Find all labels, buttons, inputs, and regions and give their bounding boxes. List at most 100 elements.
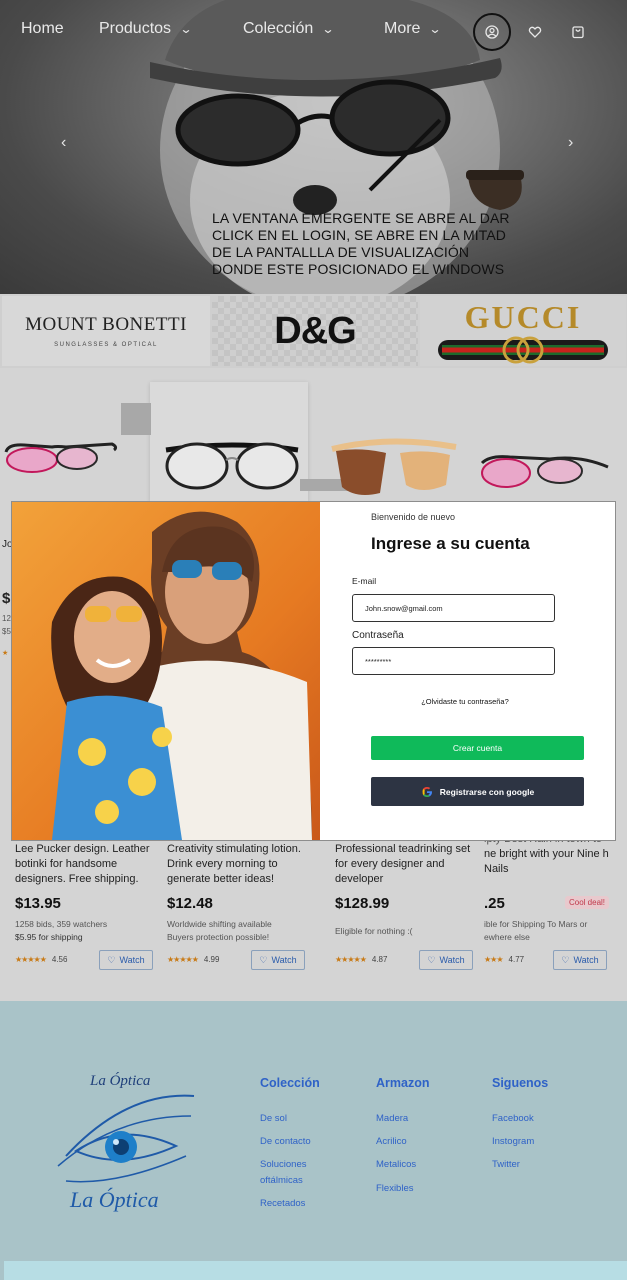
nav-more[interactable]: More ⌄: [384, 20, 442, 38]
footer-col-title: Armazon: [376, 1076, 430, 1090]
product-rating: ★★★★★ 4.87: [335, 955, 387, 964]
user-icon: [485, 25, 499, 39]
watch-label: Watch: [573, 955, 599, 965]
footer-link[interactable]: Soluciones oftálmicas: [260, 1157, 330, 1189]
bag-icon: [572, 26, 584, 39]
product-rating: ★★★ 4.77: [484, 955, 524, 964]
star-rating-icon: ★★★★★: [335, 955, 367, 964]
product-shipping-extra: ewhere else: [484, 932, 530, 942]
carousel-prev-arrow[interactable]: ‹: [61, 134, 66, 152]
forgot-password-link[interactable]: ¿Olvidaste tu contraseña?: [352, 697, 578, 706]
couple-sunglasses-photo: [12, 502, 320, 840]
product-meta-peek: $5: [2, 627, 11, 636]
brand-dg-name: D&G: [274, 309, 356, 352]
product-shipping: ible for Shipping To Mars or: [484, 919, 588, 929]
product-eligibility: Eligible for nothing :(: [335, 926, 413, 936]
footer-col-title: Siguenos: [492, 1076, 549, 1090]
email-label: E-mail: [352, 576, 377, 586]
footer-link[interactable]: Twitter: [492, 1157, 520, 1173]
product-price: $12.48: [167, 895, 213, 912]
heart-icon: ♡: [561, 954, 570, 965]
nav-productos[interactable]: Productos ⌄: [99, 20, 193, 38]
modal-title: Ingrese a su cuenta: [371, 534, 530, 553]
footer-bottom-bar: [4, 1261, 627, 1280]
brand-mount-bonetti-sub: SUNGLASSES & OPTICAL: [54, 342, 158, 348]
password-label: Contraseña: [352, 630, 404, 641]
brand-strip: MOUNT BONETTI SUNGLASSES & OPTICAL D&G G…: [0, 294, 627, 368]
nav-productos-label: Productos: [99, 20, 172, 37]
chevron-down-icon: ⌄: [321, 22, 335, 36]
product-description: Professional teadrinking set for every d…: [335, 843, 471, 885]
watch-label: Watch: [119, 955, 145, 965]
brand-gucci[interactable]: GUCCI: [420, 296, 626, 366]
deal-badge: Cool deal!: [565, 896, 610, 909]
product-price-peek: $: [2, 590, 11, 607]
footer-link[interactable]: Facebook: [492, 1111, 534, 1127]
heart-icon: ♡: [259, 954, 268, 965]
chevron-down-icon: ⌄: [179, 22, 193, 36]
google-icon: [422, 786, 432, 797]
product-price: .25: [484, 895, 505, 912]
placeholder-block: [121, 403, 151, 435]
product-description: Lee Pucker design. Leather botinki for h…: [15, 843, 150, 885]
google-signup-label: Registrarse con google: [439, 786, 535, 797]
product-image: [165, 442, 299, 490]
watch-label: Watch: [271, 955, 297, 965]
logo-text-bottom: La Óptica: [69, 1187, 159, 1212]
footer-link[interactable]: De contacto: [260, 1134, 311, 1150]
footer: La Óptica La Óptica Colección De sol De …: [0, 1001, 627, 1280]
product-shipping: Worldwide shifting available: [167, 919, 272, 929]
star-rating-icon: ★★★★★: [15, 955, 47, 964]
google-signup-button[interactable]: Registrarse con google: [371, 777, 584, 806]
footer-col-title: Colección: [260, 1076, 320, 1090]
la-optica-logo: La Óptica La Óptica: [57, 1072, 195, 1212]
footer-link[interactable]: Flexibles: [376, 1181, 414, 1197]
watch-button[interactable]: ♡ Watch: [419, 950, 473, 970]
product-image: [4, 442, 118, 473]
carousel-next-arrow[interactable]: ›: [568, 134, 573, 152]
modal-photo: [12, 502, 320, 840]
brand-mount-bonetti-name: MOUNT BONETTI: [25, 314, 187, 335]
nav-more-label: More: [384, 20, 421, 37]
create-account-button[interactable]: Crear cuenta: [371, 736, 584, 760]
rating-value: 4.87: [371, 955, 388, 964]
product-shipping: $5.95 for shipping: [15, 932, 83, 942]
footer-link[interactable]: Recetados: [260, 1196, 305, 1212]
hero-annotation: LA VENTANA EMERGENTE SE ABRE AL DAR CLIC…: [212, 210, 510, 277]
nav-coleccion-label: Colección: [243, 20, 314, 37]
brand-gucci-name: GUCCI: [464, 298, 582, 335]
password-field[interactable]: *********: [352, 647, 555, 675]
footer-link[interactable]: De sol: [260, 1111, 287, 1127]
star-rating-icon: ★★★★★: [167, 955, 199, 964]
product-description: ne bright with your Nine h Nails: [484, 848, 609, 875]
footer-link[interactable]: Instogram: [492, 1134, 534, 1150]
rating-value: 4.77: [508, 955, 525, 964]
footer-link[interactable]: Madera: [376, 1111, 408, 1127]
email-field[interactable]: John.snow@gmail.com: [352, 594, 555, 622]
cart-button[interactable]: [559, 13, 597, 51]
product-price: $128.99: [335, 895, 390, 912]
wishlist-button[interactable]: [516, 13, 554, 51]
watch-button[interactable]: ♡ Watch: [553, 950, 607, 970]
star-icon: ★: [2, 650, 9, 657]
nav-coleccion[interactable]: Colección ⌄: [243, 20, 335, 38]
star-rating-icon: ★★★: [484, 955, 503, 964]
brand-mount-bonetti[interactable]: MOUNT BONETTI SUNGLASSES & OPTICAL: [2, 296, 210, 366]
nav-home[interactable]: Home: [21, 20, 64, 38]
watch-button[interactable]: ♡ Watch: [99, 950, 153, 970]
brand-dg[interactable]: D&G: [212, 296, 418, 366]
login-button[interactable]: [473, 13, 511, 51]
product-rating: ★★★★★ 4.56: [15, 955, 67, 964]
product-description: Creativity stimulating lotion. Drink eve…: [167, 843, 301, 885]
footer-link[interactable]: Metalicos: [376, 1157, 416, 1173]
product-rating: ★★★★★ 4.99: [167, 955, 219, 964]
hero-banner: Home Productos ⌄ Colección ⌄ More ⌄ ‹ › LA …: [0, 0, 627, 294]
product-meta: 1258 bids, 359 watchers $5.95 for shippin…: [15, 918, 107, 944]
gucci-logo-icon: [438, 336, 608, 363]
login-modal: Bienvenido de nuevo Ingrese a su cuenta …: [11, 501, 616, 841]
logo-text-top: La Óptica: [89, 1072, 150, 1089]
footer-link[interactable]: Acrilico: [376, 1134, 407, 1150]
watch-button[interactable]: ♡ Watch: [251, 950, 305, 970]
product-image: [480, 455, 609, 488]
nav-home-label: Home: [21, 20, 64, 37]
